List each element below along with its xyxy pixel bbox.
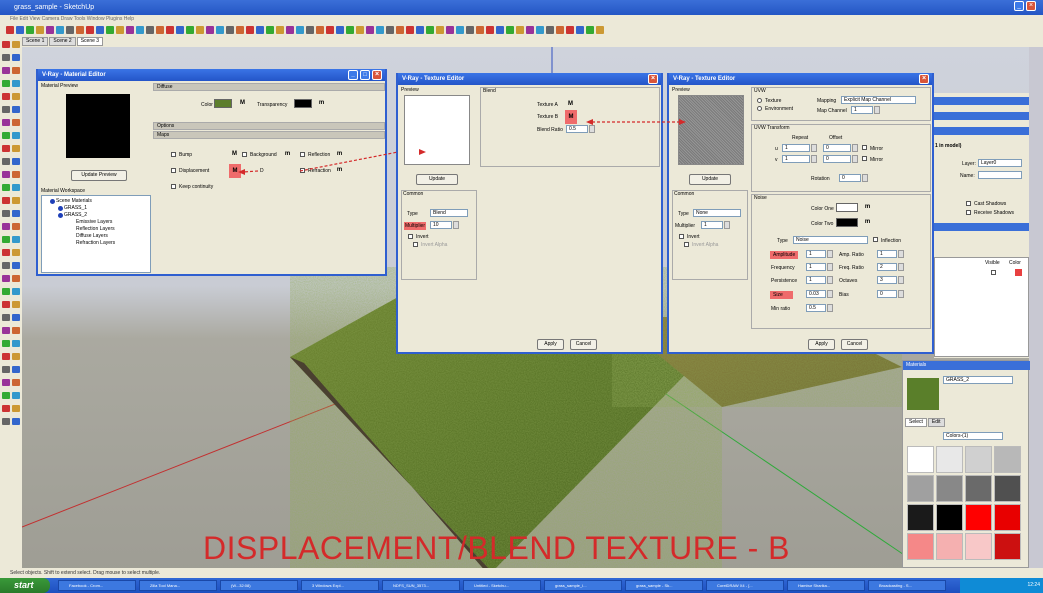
- taskbar-item[interactable]: Facebook - Crom...: [58, 580, 136, 591]
- arrowhead-1: [238, 169, 245, 175]
- taskbar-item[interactable]: Broadcasting - S...: [868, 580, 946, 591]
- taskbar-item[interactable]: NDFS_SUN_3573...: [382, 580, 460, 591]
- taskbar-item[interactable]: grass_sample_I...: [544, 580, 622, 591]
- taskbar-item[interactable]: Zilla Tool Mana...: [139, 580, 217, 591]
- arrowhead-2: [419, 149, 426, 155]
- taskbar-item[interactable]: Hambur Sharika...: [787, 580, 865, 591]
- annotation-arrows: [238, 119, 686, 175]
- taskbar-item[interactable]: 3 Windows Expl...: [301, 580, 379, 591]
- taskbar-item[interactable]: Untitled - Sketchu...: [463, 580, 541, 591]
- arrowhead-3: [586, 119, 593, 125]
- taskbar-item[interactable]: CorelDRAW X4 - [...: [706, 580, 784, 591]
- arrow-to-blend: [299, 151, 399, 172]
- overlay-caption: DISPLACEMENT/BLEND TEXTURE - B: [203, 530, 790, 566]
- taskbar: start 12:24 Facebook - Crom... Zilla Tool…: [0, 578, 1043, 593]
- clock: 12:24: [1027, 582, 1040, 588]
- arrowhead-4: [679, 119, 686, 125]
- start-button[interactable]: start: [0, 578, 50, 593]
- arrow-displacement: [242, 170, 259, 173]
- taskbar-item[interactable]: grass_sample - Sk...: [625, 580, 703, 591]
- status-bar: Select objects. Shift to extend select. …: [0, 568, 1043, 578]
- system-tray: 12:24: [960, 578, 1043, 593]
- taskbar-item[interactable]: (W...32:08): [220, 580, 298, 591]
